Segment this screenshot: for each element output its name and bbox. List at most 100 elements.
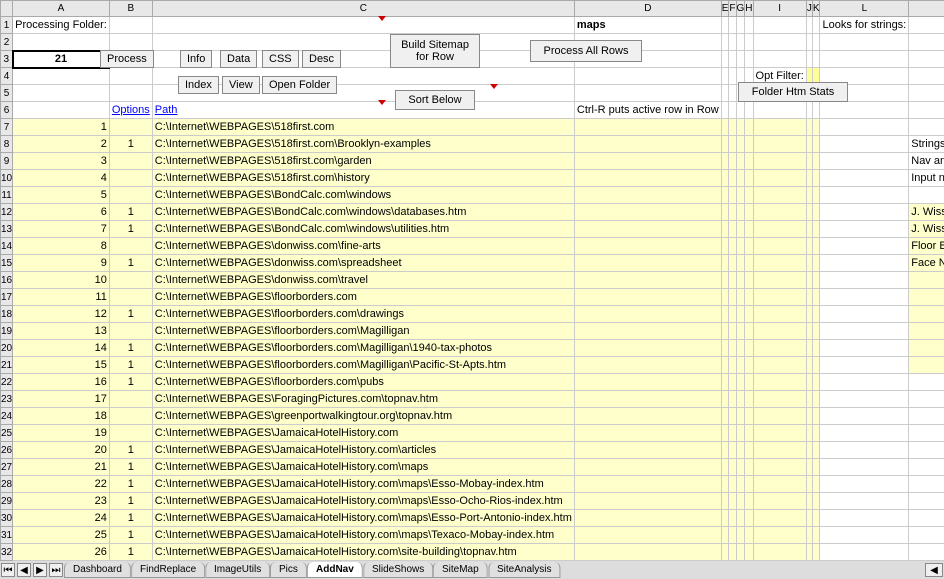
cell[interactable] xyxy=(736,289,745,306)
row-header[interactable]: 16 xyxy=(1,272,13,289)
cell[interactable]: C:\Internet\WEBPAGES\greenportwalkingtou… xyxy=(152,408,574,425)
cell[interactable] xyxy=(13,34,110,51)
cell[interactable] xyxy=(729,85,736,102)
cell[interactable] xyxy=(820,136,909,153)
cell[interactable] xyxy=(13,85,110,102)
cell[interactable] xyxy=(109,323,152,340)
cell[interactable] xyxy=(574,204,721,221)
row-header[interactable]: 20 xyxy=(1,340,13,357)
cell[interactable] xyxy=(109,289,152,306)
cell[interactable] xyxy=(721,476,729,493)
row-header[interactable]: 24 xyxy=(1,408,13,425)
cell[interactable]: 1 xyxy=(109,527,152,544)
index-button[interactable]: Index xyxy=(178,76,219,94)
cell[interactable] xyxy=(721,340,729,357)
cell[interactable] xyxy=(820,289,909,306)
cell[interactable] xyxy=(736,102,745,119)
cell[interactable] xyxy=(745,255,753,272)
cell[interactable] xyxy=(753,476,806,493)
cell[interactable] xyxy=(729,408,736,425)
cell[interactable]: 22 xyxy=(13,476,110,493)
cell[interactable] xyxy=(753,119,806,136)
cell[interactable] xyxy=(729,119,736,136)
cell[interactable]: J. Wiss & Sons Co. - xyxy=(909,204,944,221)
cell[interactable] xyxy=(574,442,721,459)
cell[interactable] xyxy=(812,204,820,221)
cell[interactable] xyxy=(745,221,753,238)
cell[interactable] xyxy=(13,68,110,85)
cell[interactable] xyxy=(721,544,729,561)
cell[interactable] xyxy=(729,374,736,391)
cell[interactable] xyxy=(574,527,721,544)
cell[interactable] xyxy=(721,493,729,510)
cell[interactable] xyxy=(753,374,806,391)
cell[interactable]: C:\Internet\WEBPAGES\floorborders.com\Ma… xyxy=(152,323,574,340)
cell[interactable] xyxy=(721,527,729,544)
cell[interactable] xyxy=(753,153,806,170)
col-header[interactable]: C xyxy=(152,1,574,17)
cell[interactable] xyxy=(574,187,721,204)
cell[interactable]: C:\Internet\WEBPAGES\floorborders.com\dr… xyxy=(152,306,574,323)
cell[interactable] xyxy=(745,544,753,561)
cell[interactable] xyxy=(574,119,721,136)
cell[interactable] xyxy=(745,170,753,187)
tab-sitemap[interactable]: SiteMap xyxy=(433,562,488,578)
cell[interactable] xyxy=(574,255,721,272)
cell[interactable] xyxy=(736,204,745,221)
cell[interactable] xyxy=(736,306,745,323)
cell[interactable] xyxy=(736,136,745,153)
row-header[interactable]: 21 xyxy=(1,357,13,374)
cell[interactable] xyxy=(736,527,745,544)
cell[interactable] xyxy=(574,238,721,255)
row-header[interactable]: 29 xyxy=(1,493,13,510)
row-header[interactable]: 31 xyxy=(1,527,13,544)
cell[interactable] xyxy=(729,306,736,323)
cell[interactable] xyxy=(745,204,753,221)
cell[interactable]: 21 xyxy=(13,459,110,476)
cell[interactable] xyxy=(753,17,806,34)
cell[interactable] xyxy=(745,527,753,544)
col-header[interactable]: K xyxy=(812,1,820,17)
cell[interactable] xyxy=(736,374,745,391)
cell[interactable] xyxy=(753,187,806,204)
cell[interactable]: C:\Internet\WEBPAGES\floorborders.com\Ma… xyxy=(152,340,574,357)
cell[interactable]: 9 xyxy=(13,255,110,272)
cell[interactable] xyxy=(745,442,753,459)
cell[interactable]: 24 xyxy=(13,510,110,527)
cell[interactable] xyxy=(812,238,820,255)
cell[interactable] xyxy=(820,187,909,204)
cell[interactable] xyxy=(909,85,944,102)
row-header[interactable]: 11 xyxy=(1,187,13,204)
cell[interactable] xyxy=(820,374,909,391)
cell[interactable] xyxy=(753,306,806,323)
process-all-rows-button[interactable]: Process All Rows xyxy=(530,40,642,62)
cell[interactable] xyxy=(909,34,944,51)
cell[interactable] xyxy=(109,391,152,408)
cell[interactable] xyxy=(753,442,806,459)
cell[interactable] xyxy=(736,476,745,493)
cell[interactable] xyxy=(729,493,736,510)
cell[interactable] xyxy=(753,544,806,561)
cell[interactable]: C:\Internet\WEBPAGES\donwiss.com\fine-ar… xyxy=(152,238,574,255)
cell[interactable]: C:\Internet\WEBPAGES\BondCalc.com\window… xyxy=(152,221,574,238)
cell[interactable] xyxy=(753,459,806,476)
cell[interactable] xyxy=(745,289,753,306)
tab-findreplace[interactable]: FindReplace xyxy=(131,562,205,578)
row-header[interactable]: 30 xyxy=(1,510,13,527)
cell[interactable] xyxy=(812,221,820,238)
cell[interactable] xyxy=(812,442,820,459)
cell[interactable] xyxy=(729,187,736,204)
col-header[interactable]: L xyxy=(820,1,909,17)
cell[interactable] xyxy=(574,340,721,357)
cell[interactable] xyxy=(812,323,820,340)
cell[interactable] xyxy=(812,544,820,561)
cell[interactable] xyxy=(109,238,152,255)
cell[interactable] xyxy=(820,510,909,527)
cell[interactable] xyxy=(736,493,745,510)
cell[interactable]: Looks for strings: xyxy=(820,17,909,34)
cell[interactable]: 15 xyxy=(13,357,110,374)
cell[interactable] xyxy=(152,17,574,34)
cell[interactable] xyxy=(729,102,736,119)
row-header[interactable]: 5 xyxy=(1,85,13,102)
cell[interactable] xyxy=(729,391,736,408)
